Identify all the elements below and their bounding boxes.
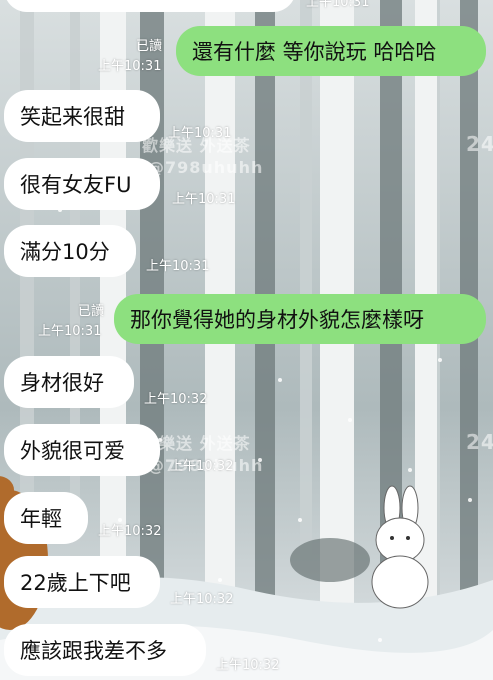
read-receipt: 已讀 (136, 39, 163, 54)
message-timestamp: 上午10:31 (172, 192, 236, 207)
message-timestamp: 上午10:32 (98, 524, 162, 539)
watermark-side: 24 (466, 430, 493, 454)
message-bubble-outgoing[interactable]: 那你覺得她的身材外貌怎麼樣呀 (114, 294, 486, 344)
message-timestamp: 上午10:32 (216, 658, 280, 673)
message-timestamp: 上午10:32 (170, 459, 234, 474)
message-timestamp: 上午10:32 (144, 392, 208, 407)
message-timestamp: 上午10:31 (98, 59, 162, 74)
message-bubble-incoming[interactable]: 22歲上下吧 (4, 556, 160, 608)
watermark-side: 24 (466, 132, 493, 156)
message-bubble-incoming[interactable]: 身材很好 (4, 356, 134, 408)
message-bubble-incoming[interactable]: 應該跟我差不多 (4, 624, 206, 676)
message-bubble-outgoing[interactable]: 還有什麼 等你說玩 哈哈哈 (176, 26, 486, 76)
message-timestamp: 上午10:31 (306, 0, 370, 10)
watermark-handle: @798uhuhh (148, 158, 264, 177)
message-bubble-incoming[interactable]: 笑起来很甜 (4, 90, 160, 142)
message-timestamp: 上午10:31 (168, 126, 232, 141)
message-bubble-incoming[interactable] (4, 0, 296, 12)
message-timestamp: 上午10:31 (38, 324, 102, 339)
message-bubble-incoming[interactable]: 外貌很可爱 (4, 424, 160, 476)
message-timestamp: 上午10:32 (170, 592, 234, 607)
message-bubble-incoming[interactable]: 很有女友FU (4, 158, 160, 210)
message-bubble-incoming[interactable]: 年輕 (4, 492, 88, 544)
message-timestamp: 上午10:31 (146, 259, 210, 274)
message-bubble-incoming[interactable]: 滿分10分 (4, 225, 136, 277)
read-receipt: 已讀 (78, 304, 105, 319)
